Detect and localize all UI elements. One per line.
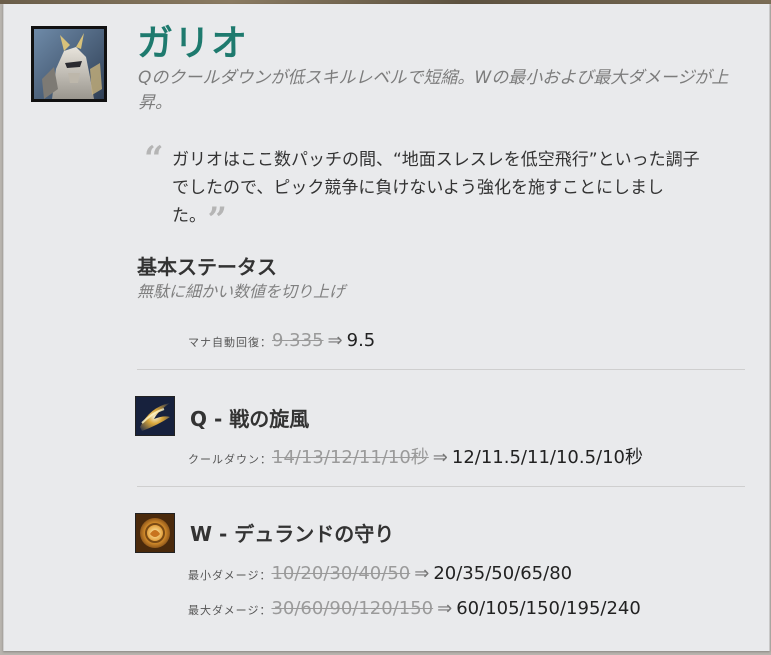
close-quote-icon: ” <box>207 200 228 240</box>
quote-text: ガリオはここ数パッチの間、“地面スレスレを低空飛行”といった調子でしたので、ピッ… <box>172 150 700 226</box>
stat-label: マナ自動回復： <box>188 336 272 349</box>
new-value: 20/35/50/65/80 <box>433 563 573 584</box>
ability-title-w: W - デュランドの守り <box>190 522 395 546</box>
change-arrow: ⇒ <box>327 330 343 351</box>
champion-portrait <box>31 26 107 102</box>
champion-summary: Qのクールダウンが低スキルレベルで短縮。Wの最小および最大ダメージが上昇。 <box>138 68 729 113</box>
old-value: 10/20/30/40/50 <box>271 563 411 584</box>
patch-note-card: ガリオ Qのクールダウンが低スキルレベルで短縮。Wの最小および最大ダメージが上昇… <box>3 4 770 651</box>
old-value: 14/13/12/11/10秒 <box>272 447 429 468</box>
shield-of-durand-icon <box>135 513 175 553</box>
section-divider <box>137 486 745 487</box>
stat-label: クールダウン： <box>188 453 272 466</box>
designer-quote: “ ガリオはここ数パッチの間、“地面スレスレを低空飛行”といった調子でしたので、… <box>144 142 724 237</box>
section-divider <box>137 369 745 370</box>
ability-title-q: Q - 戦の旋風 <box>190 407 310 431</box>
open-quote-icon: “ <box>144 139 164 179</box>
new-value: 9.5 <box>346 330 376 351</box>
new-value: 60/105/150/195/240 <box>456 598 641 619</box>
stat-row-w-min-damage: 最小ダメージ：10/20/30/40/50 ⇒ 20/35/50/65/80 <box>188 561 572 589</box>
stat-label: 最小ダメージ： <box>188 569 272 582</box>
old-value: 30/60/90/120/150 <box>271 598 434 619</box>
champion-name: ガリオ <box>137 23 249 64</box>
whirlwind-icon <box>135 396 175 436</box>
stat-row-w-max-damage: 最大ダメージ：30/60/90/120/150 ⇒ 60/105/150/195/2… <box>188 596 641 624</box>
new-value: 12/11.5/11/10.5/10秒 <box>451 447 644 468</box>
change-arrow: ⇒ <box>414 563 430 584</box>
quote-body: ガリオはここ数パッチの間、“地面スレスレを低空飛行”といった調子でしたので、ピッ… <box>172 146 707 237</box>
stat-label: 最大ダメージ： <box>188 604 272 617</box>
change-arrow: ⇒ <box>432 447 448 468</box>
base-stats-subtitle: 無駄に細かい数値を切り上げ <box>137 282 346 301</box>
change-arrow: ⇒ <box>437 598 453 619</box>
old-value: 9.335 <box>272 330 324 351</box>
base-stats-title: 基本ステータス <box>137 255 277 279</box>
stat-row-q-cooldown: クールダウン：14/13/12/11/10秒 ⇒ 12/11.5/11/10.5/1… <box>188 445 643 473</box>
galio-portrait-icon <box>34 29 104 99</box>
stat-row-mana-regen: マナ自動回復：9.335 ⇒ 9.5 <box>188 328 375 356</box>
